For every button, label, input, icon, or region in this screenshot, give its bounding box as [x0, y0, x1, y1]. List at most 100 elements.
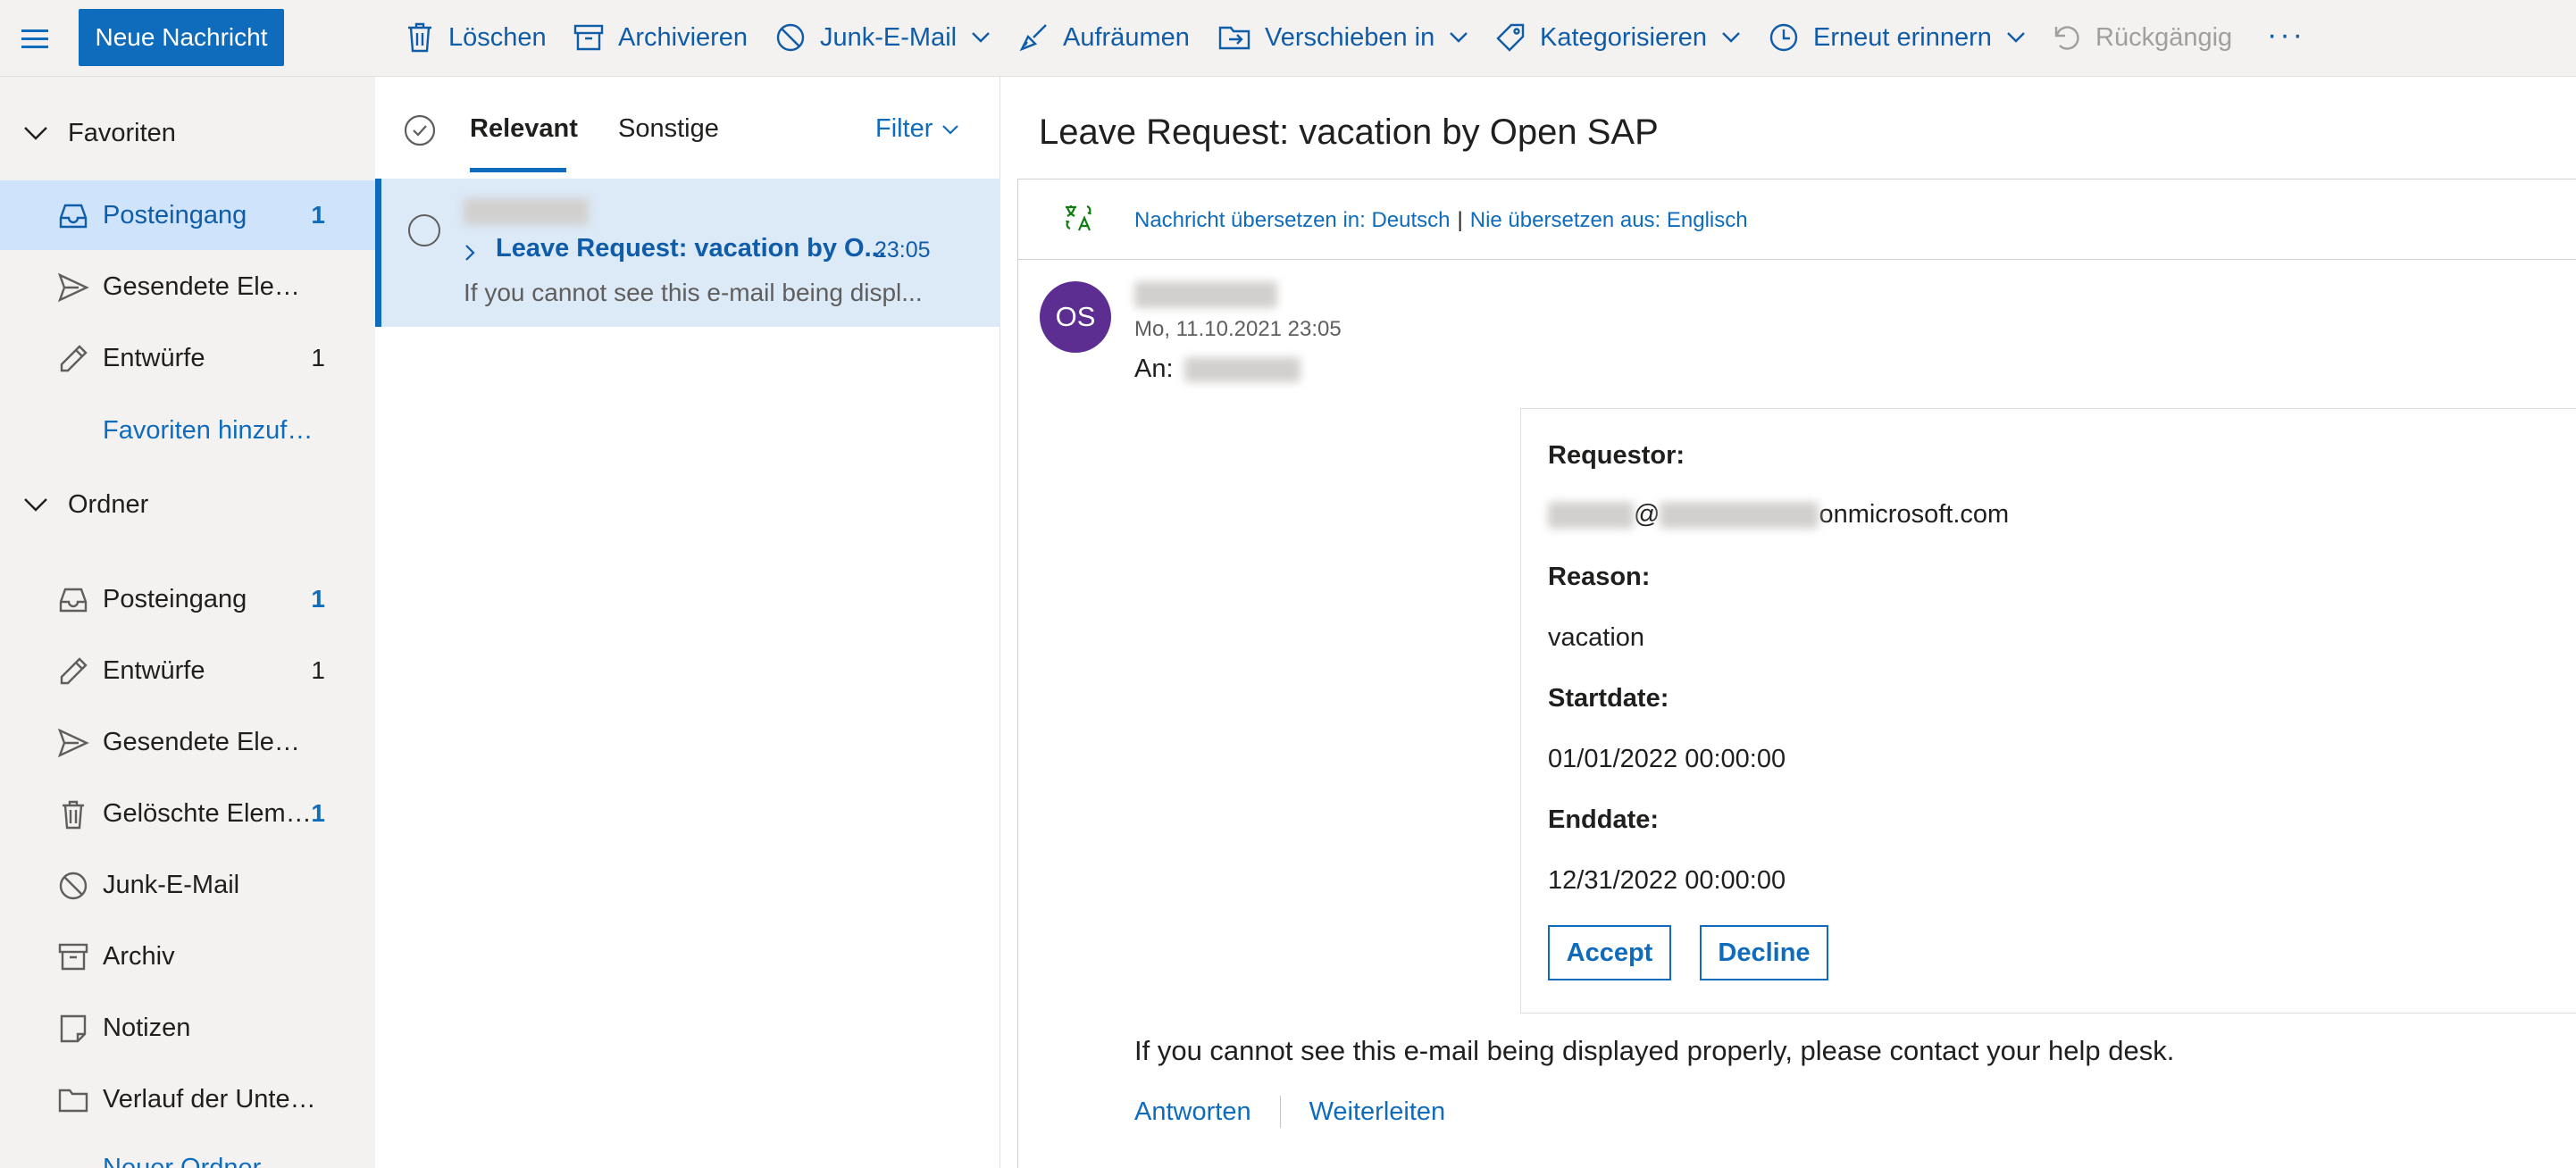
junk-button[interactable]: Junk-E-Mail — [775, 0, 991, 75]
folder-conversation-history[interactable]: Verlauf der Unterhaltung — [0, 1064, 375, 1134]
folder-notes[interactable]: Notizen — [0, 993, 375, 1063]
favorite-sent-items[interactable]: Gesendete Elemente — [0, 252, 375, 321]
to-label: An: — [1134, 355, 1174, 383]
undo-button[interactable]: Rückgängig — [2053, 0, 2232, 75]
email-tenant-redacted — [1660, 501, 1819, 529]
trash-icon — [63, 800, 84, 830]
move-to-label: Verschieben in — [1265, 22, 1435, 52]
unread-count: 1 — [311, 201, 325, 229]
block-icon — [776, 23, 805, 52]
note-icon — [60, 1014, 87, 1043]
reason-value: vacation — [1548, 623, 1645, 652]
translate-message-link[interactable]: Nachricht übersetzen in: Deutsch — [1134, 208, 1451, 232]
favorite-inbox[interactable]: Posteingang 1 — [0, 180, 375, 250]
sender-name-redacted[interactable] — [1134, 281, 1277, 308]
message-preview: If you cannot see this e-mail being disp… — [464, 279, 923, 306]
clock-icon — [1769, 23, 1798, 52]
help-desk-notice: If you cannot see this e-mail being disp… — [1134, 1035, 2175, 1066]
inbox-icon — [59, 204, 88, 229]
hamburger-menu-icon[interactable] — [21, 24, 50, 53]
nav-item-label: Posteingang — [103, 584, 247, 613]
snooze-button[interactable]: Erneut erinnern — [1769, 0, 2026, 75]
junk-label: Junk-E-Mail — [820, 22, 958, 52]
message-subject: Leave Request: vacation by O... — [496, 234, 886, 263]
folder-junk[interactable]: Junk-E-Mail — [0, 850, 375, 920]
undo-label: Rückgängig — [2095, 22, 2233, 52]
nav-item-label: Junk-E-Mail — [103, 870, 240, 899]
folders-title: Ordner — [68, 489, 149, 519]
message-select-checkbox[interactable] — [408, 214, 440, 246]
favorites-header[interactable]: Favoriten — [0, 102, 375, 164]
reply-link[interactable]: Antworten — [1134, 1097, 1251, 1127]
email-card: Nachricht übersetzen in: Deutsch | Nie übe… — [1017, 179, 2576, 1168]
message-list: Relevant Sonstige Filter Leave Request: … — [375, 77, 1000, 1168]
email-user-redacted — [1548, 501, 1634, 529]
recipient-redacted[interactable] — [1183, 356, 1301, 382]
enddate-label: Enddate: — [1548, 805, 1660, 834]
new-message-button[interactable]: Neue Nachricht — [79, 9, 284, 66]
new-folder-link[interactable]: Neuer Ordner — [103, 1154, 261, 1168]
chevron-down-icon — [24, 127, 47, 140]
folder-icon — [58, 1089, 88, 1113]
chevron-down-icon — [972, 32, 990, 43]
folder-drafts[interactable]: Entwürfe 1 — [0, 636, 375, 705]
command-bar: Neue Nachricht Löschen Archivieren Junk-… — [0, 0, 2576, 77]
archive-button[interactable]: Archivieren — [573, 0, 748, 75]
startdate-value: 01/01/2022 00:00:00 — [1548, 745, 1786, 773]
folder-archive[interactable]: Archiv — [0, 922, 375, 991]
chevron-right-icon[interactable] — [464, 243, 476, 263]
nav-item-label: Entwürfe — [103, 655, 205, 685]
requestor-email: @ onmicrosoft.com — [1548, 500, 2009, 530]
pencil-icon — [60, 657, 88, 685]
reading-pane: Leave Request: vacation by Open SAP Nach… — [1001, 77, 2576, 1168]
unread-count: 1 — [311, 585, 325, 613]
translation-options: Nachricht übersetzen in: Deutsch | Nie übe… — [1134, 208, 1748, 233]
accept-button[interactable]: Accept — [1548, 925, 1671, 980]
trash-icon — [408, 22, 431, 53]
email-at-sign: @ — [1634, 500, 1660, 529]
add-favorite-link[interactable]: Favoriten hinzufügen — [103, 416, 317, 446]
active-tab-indicator — [470, 168, 566, 172]
broom-icon — [1019, 24, 1047, 52]
email-subject: Leave Request: vacation by Open SAP — [1039, 113, 1659, 152]
archive-label: Archivieren — [618, 22, 749, 52]
folder-pane: Favoriten Posteingang 1 Gesendete Elemen… — [0, 77, 375, 1168]
folder-sent-items[interactable]: Gesendete Elemente — [0, 707, 375, 777]
message-list-header: Relevant Sonstige Filter — [375, 77, 1000, 177]
delete-button[interactable]: Löschen — [406, 0, 547, 75]
reason-label: Reason: — [1548, 563, 1651, 591]
translate-icon — [1066, 204, 1091, 231]
sweep-button[interactable]: Aufräumen — [1018, 0, 1190, 75]
select-all-icon[interactable] — [404, 114, 436, 146]
email-domain: onmicrosoft.com — [1819, 500, 2010, 529]
block-icon — [59, 872, 88, 900]
folder-inbox[interactable]: Posteingang 1 — [0, 564, 375, 634]
favorites-title: Favoriten — [68, 118, 176, 147]
tab-other[interactable]: Sonstige — [618, 114, 719, 144]
chevron-down-icon — [1450, 32, 1468, 43]
divider — [1279, 1096, 1281, 1128]
folder-deleted-items[interactable]: Gelöschte Elemente 1 — [0, 779, 375, 848]
decline-button[interactable]: Decline — [1700, 925, 1828, 980]
move-to-button[interactable]: Verschieben in — [1218, 0, 1468, 75]
unread-count: 1 — [311, 799, 325, 827]
folders-header[interactable]: Ordner — [0, 473, 375, 536]
chevron-down-icon — [2007, 32, 2025, 43]
pencil-icon — [60, 345, 88, 372]
recipient-line: An: — [1134, 355, 1301, 384]
move-folder-icon — [1218, 26, 1250, 50]
sent-date: Mo, 11.10.2021 23:05 — [1134, 317, 1342, 341]
reply-actions: Antworten Weiterleiten — [1134, 1096, 1445, 1128]
more-options-icon[interactable]: ··· — [2267, 18, 2305, 53]
nav-item-label: Gelöschte Elemente — [103, 798, 317, 828]
never-translate-link[interactable]: Nie übersetzen aus: Englisch — [1470, 208, 1748, 232]
avatar[interactable]: OS — [1040, 281, 1111, 353]
message-item[interactable]: Leave Request: vacation by O... 23:05 If… — [375, 179, 1000, 327]
forward-link[interactable]: Weiterleiten — [1309, 1097, 1446, 1127]
send-icon — [57, 728, 89, 758]
categorize-button[interactable]: Kategorisieren — [1495, 0, 1741, 75]
filter-button[interactable]: Filter — [875, 114, 959, 144]
tab-relevant[interactable]: Relevant — [470, 114, 578, 144]
nav-item-label: Gesendete Elemente — [103, 727, 317, 756]
favorite-drafts[interactable]: Entwürfe 1 — [0, 323, 375, 393]
